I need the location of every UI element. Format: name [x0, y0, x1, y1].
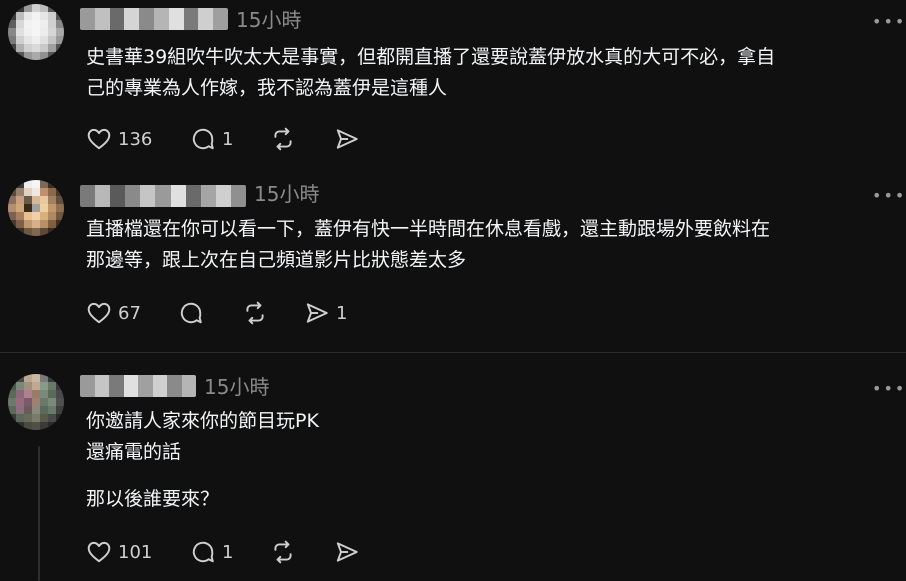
share-count: 1 — [336, 302, 348, 324]
share-button[interactable] — [334, 125, 360, 153]
share-button[interactable]: 1 — [304, 299, 347, 327]
reply-button[interactable] — [178, 299, 204, 327]
username-blurred[interactable] — [80, 8, 228, 30]
heart-icon — [87, 541, 111, 563]
comment-text: 你邀請人家來你的節目玩PK 還痛電的話 — [86, 406, 319, 468]
share-button[interactable] — [334, 538, 360, 566]
more-icon[interactable]: ••• — [872, 14, 906, 30]
divider — [0, 352, 906, 353]
like-button[interactable]: 67 — [86, 299, 141, 327]
avatar[interactable] — [8, 4, 64, 60]
comment-icon — [192, 128, 214, 150]
username-blurred[interactable] — [80, 375, 196, 397]
timestamp[interactable]: 15小時 — [236, 8, 301, 32]
comment-text-line: 史書華39組吹牛吹太大是事實，但都開直播了還要說蓋伊放水真的大可不必，拿自 — [86, 46, 776, 68]
reply-count: 1 — [222, 128, 234, 150]
more-icon[interactable]: ••• — [872, 188, 906, 204]
comment-text-line: 你邀請人家來你的節目玩PK — [86, 410, 319, 432]
repost-button[interactable] — [270, 538, 296, 566]
comment-icon — [192, 541, 214, 563]
comment-text-line: 還痛電的話 — [86, 441, 182, 463]
more-icon[interactable]: ••• — [872, 381, 906, 397]
share-icon — [336, 542, 358, 562]
share-icon — [306, 303, 328, 323]
heart-icon — [87, 302, 111, 324]
timestamp[interactable]: 15小時 — [204, 375, 269, 399]
thread-line — [38, 446, 40, 581]
username-blurred[interactable] — [80, 185, 246, 207]
heart-icon — [87, 128, 111, 150]
like-button[interactable]: 136 — [86, 125, 152, 153]
comment-text-line: 己的專業為人作嫁，我不認為蓋伊是這種人 — [86, 77, 448, 99]
reply-count: 1 — [222, 541, 234, 563]
reply-button[interactable]: 1 — [190, 538, 233, 566]
avatar[interactable] — [8, 374, 64, 430]
like-count: 136 — [118, 128, 153, 150]
share-icon — [336, 129, 358, 149]
reply-button[interactable]: 1 — [190, 125, 233, 153]
comment-icon — [180, 302, 202, 324]
repost-button[interactable] — [270, 125, 296, 153]
repost-icon — [274, 127, 292, 151]
comment-text: 直播檔還在你可以看一下，蓋伊有快一半時間在休息看戲，還主動跟場外要飲料在 那邊等… — [86, 214, 770, 276]
like-count: 101 — [118, 541, 153, 563]
like-count: 67 — [118, 302, 141, 324]
repost-button[interactable] — [242, 299, 268, 327]
timestamp[interactable]: 15小時 — [254, 182, 319, 206]
repost-icon — [246, 301, 264, 325]
avatar[interactable] — [8, 180, 64, 236]
comment-text-paragraph: 那以後誰要來？ — [86, 488, 220, 510]
comment-text: 史書華39組吹牛吹太大是事實，但都開直播了還要說蓋伊放水真的大可不必，拿自 己的… — [86, 42, 775, 104]
comment-text-line: 直播檔還在你可以看一下，蓋伊有快一半時間在休息看戲，還主動跟場外要飲料在 — [86, 218, 771, 240]
repost-icon — [274, 540, 292, 564]
like-button[interactable]: 101 — [86, 538, 152, 566]
comment-text-line: 那邊等，跟上次在自己頻道影片比狀態差太多 — [86, 249, 467, 271]
